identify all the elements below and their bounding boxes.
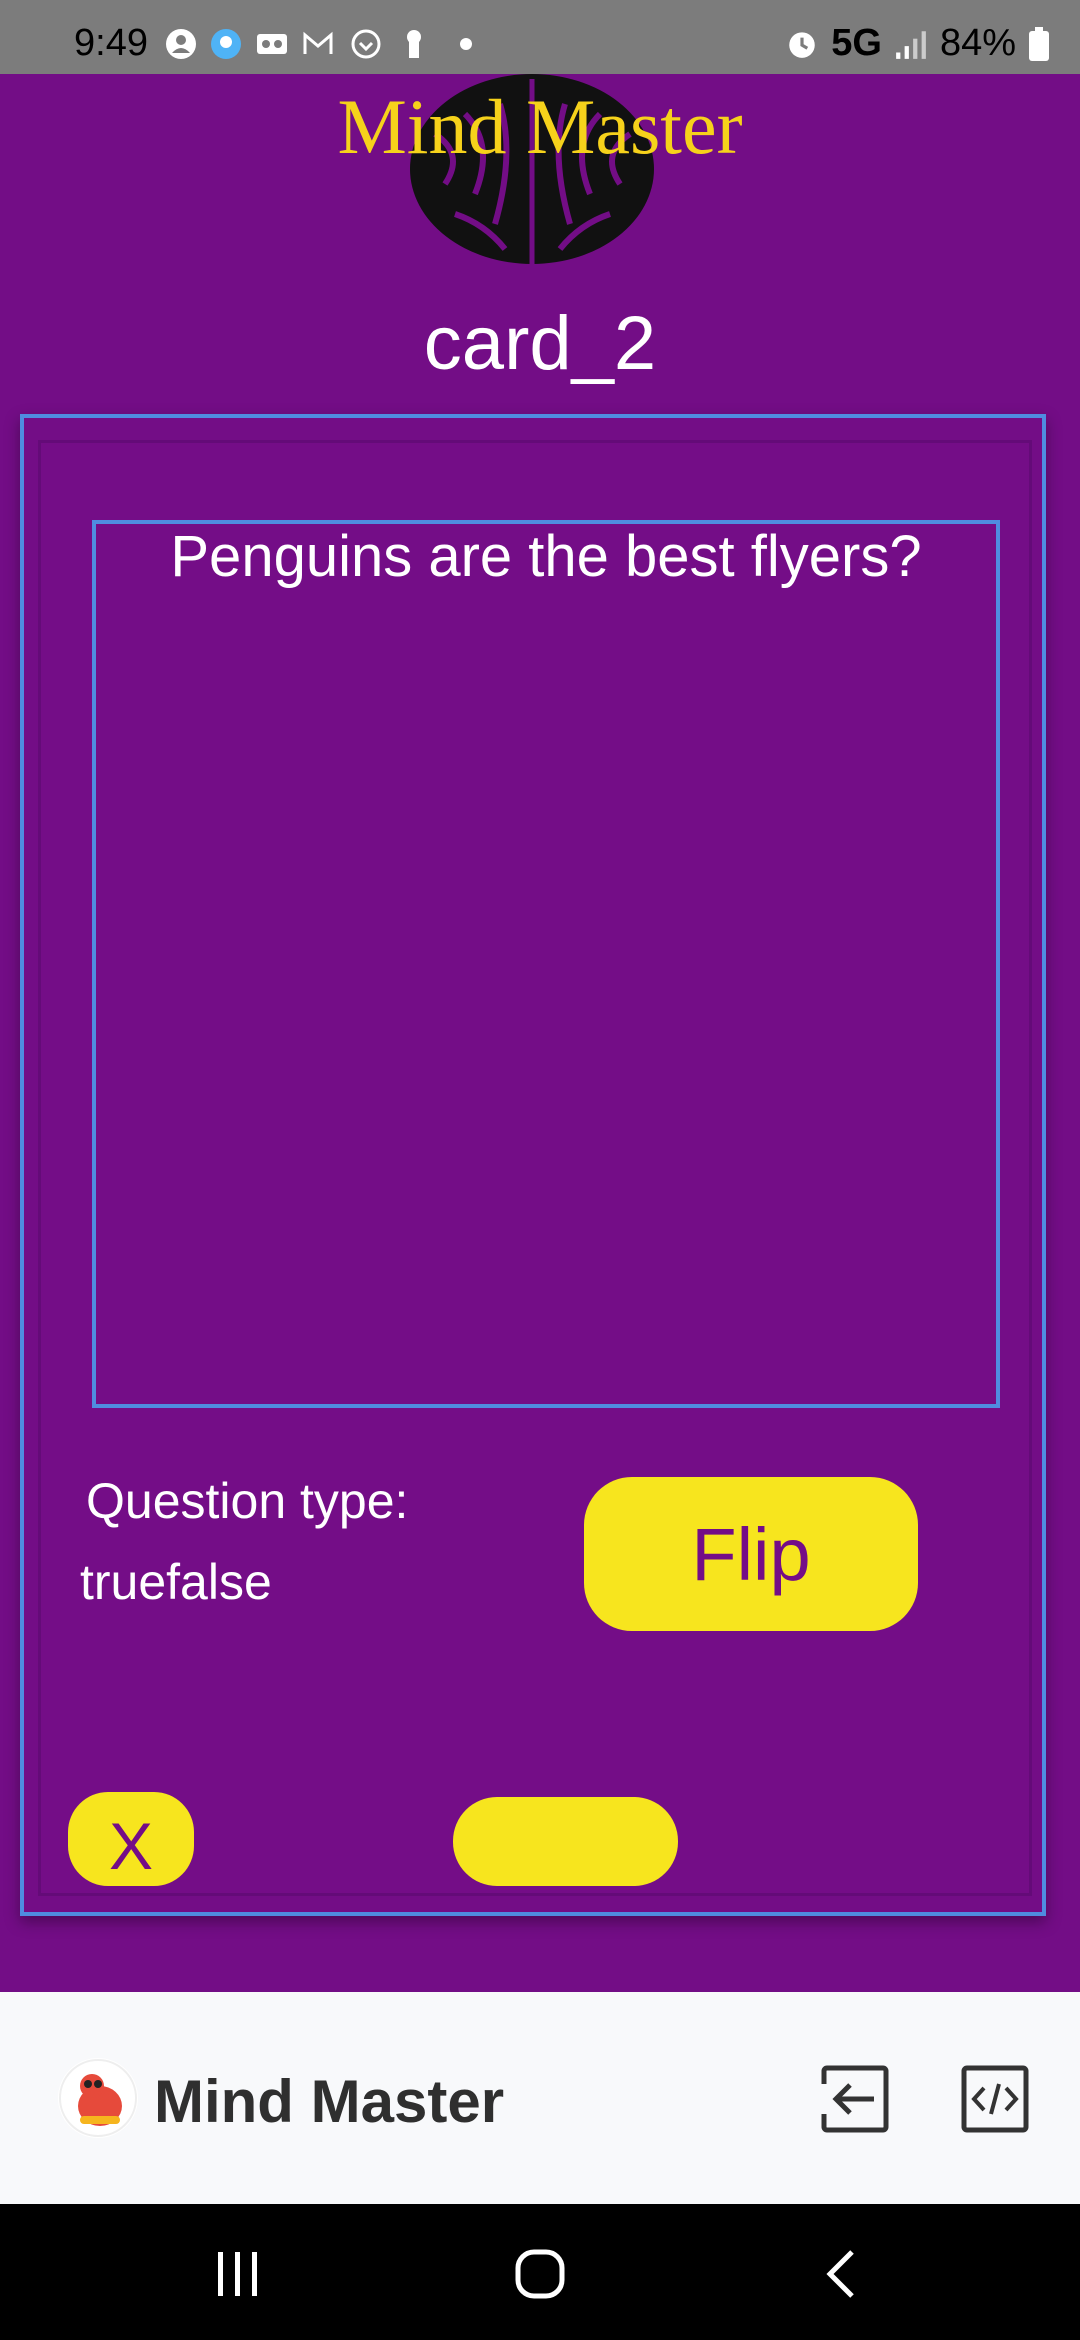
recents-icon[interactable]	[208, 2248, 268, 2300]
signal-icon	[896, 30, 926, 59]
flip-button[interactable]: Flip	[584, 1477, 918, 1631]
battery-label: 84%	[939, 22, 1016, 64]
question-type-label: Question type:	[86, 1473, 409, 1529]
app-title: Mind Master	[337, 83, 743, 170]
question-text: Penguins are the best flyers?	[170, 524, 922, 589]
back-icon[interactable]	[812, 2248, 872, 2300]
app-bar-title: Mind Master	[154, 2068, 505, 2135]
keyhole-icon	[407, 30, 421, 58]
account-icon	[166, 29, 196, 59]
app-logo-icon[interactable]	[58, 2058, 138, 2138]
status-right: 5G 84%	[785, 22, 1050, 65]
close-button[interactable]: X	[68, 1792, 194, 1886]
question-box	[92, 520, 1000, 1408]
status-time: 9:49	[74, 22, 148, 64]
gmail-icon	[303, 31, 333, 54]
card-name: card_2	[423, 301, 657, 386]
battery-icon	[1029, 26, 1049, 61]
health-icon	[351, 29, 381, 59]
alarm-icon	[789, 31, 815, 58]
notification-dot-icon	[460, 38, 472, 50]
exit-icon[interactable]	[820, 2064, 890, 2134]
location-icon	[211, 29, 241, 59]
home-icon[interactable]	[510, 2248, 570, 2300]
question-type-value: truefalse	[80, 1554, 272, 1610]
voicemail-icon	[257, 34, 287, 54]
code-icon[interactable]	[960, 2064, 1030, 2134]
network-label: 5G	[831, 22, 882, 64]
next-button[interactable]	[453, 1797, 678, 1886]
